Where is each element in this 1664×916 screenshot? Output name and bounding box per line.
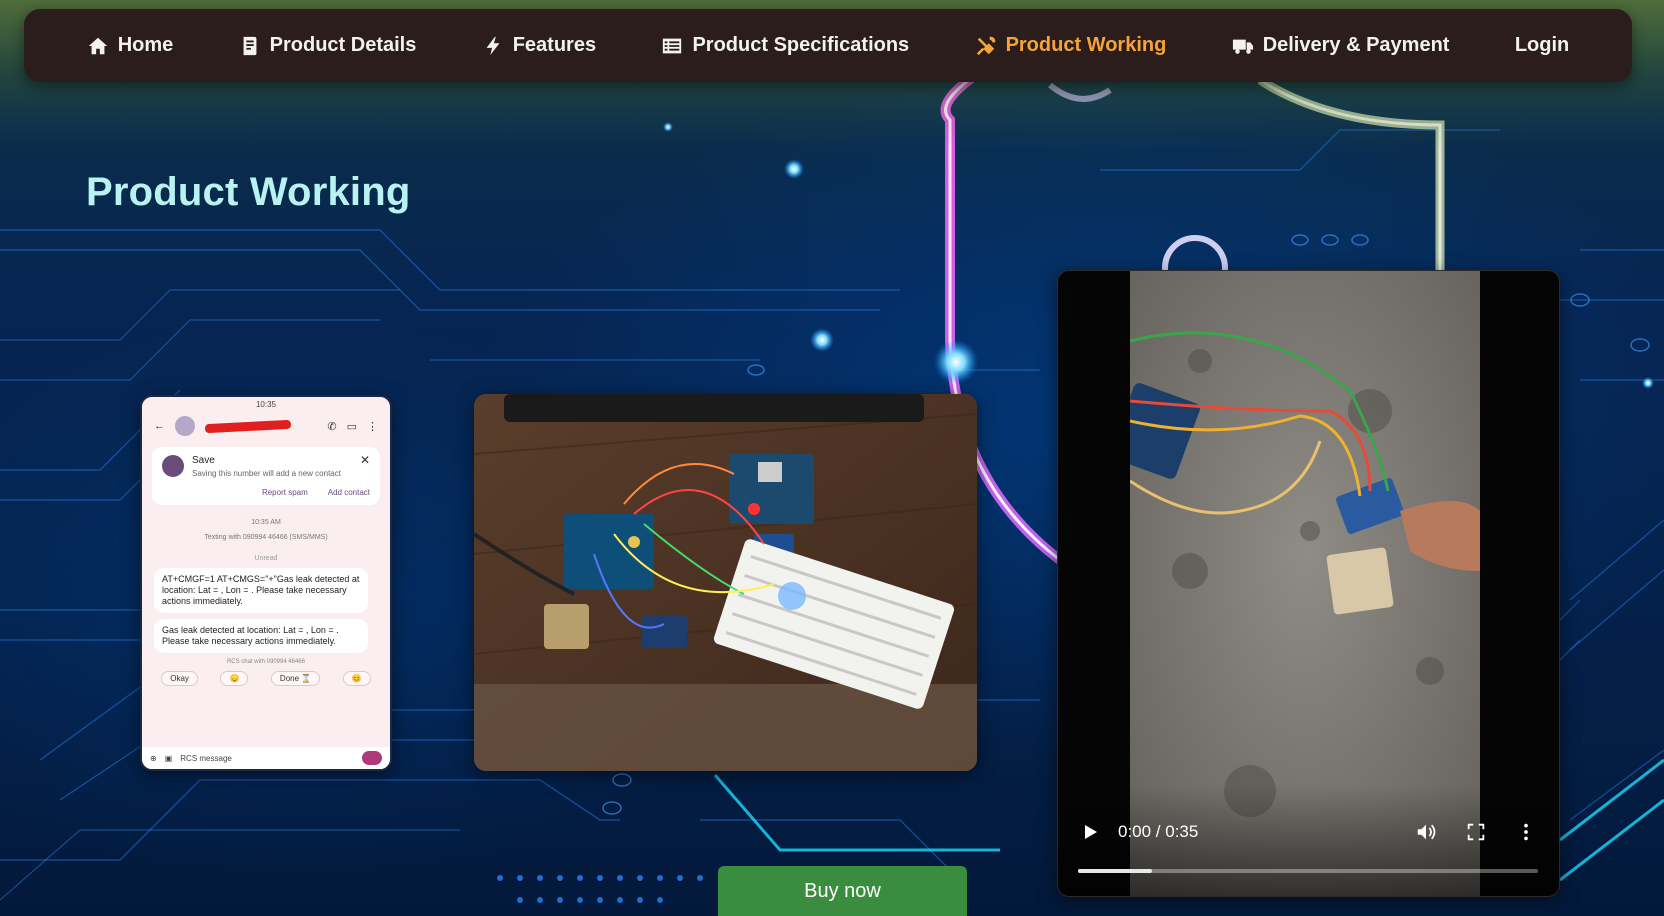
quick-reply-chip: 😊 — [342, 671, 371, 686]
nav-home[interactable]: Home — [87, 34, 174, 57]
phone-status-time: 10:35 — [255, 400, 277, 409]
more-options-icon[interactable] — [1515, 821, 1537, 843]
quick-reply-chips: Okay 😞 Done ⌛ 😊 — [150, 671, 382, 686]
sms-message-1: AT+CMGF=1 AT+CMGS="+"Gas leak detected a… — [154, 568, 368, 613]
quick-reply-chip: Done ⌛ — [270, 671, 321, 686]
voice-icon — [362, 751, 382, 765]
nav-home-label: Home — [117, 34, 174, 56]
hardware-photo — [474, 394, 977, 771]
nav-login-label: Login — [1514, 34, 1570, 56]
phone-call-icon: ✆ — [327, 420, 337, 433]
nav-product-working[interactable]: Product Working — [975, 34, 1167, 57]
video-control-bar: 0:00 / 0:35 — [1058, 817, 1559, 847]
more-vert-icon: ⋮ — [367, 420, 378, 433]
gallery-icon: ▣ — [164, 753, 173, 763]
top-navbar: Home Product Details Features Product Sp… — [24, 9, 1632, 82]
rcs-input-placeholder: RCS message — [180, 753, 232, 763]
texting-with: Texting with 090994 46466 (SMS/MMS) — [204, 534, 328, 541]
save-title: Save — [192, 455, 215, 466]
nav-delivery-payment-label: Delivery & Payment — [1262, 34, 1450, 56]
sms-screenshot-image: 10:35 ← ✆ ▭ ⋮ ✕ Save Saving this number … — [140, 395, 392, 771]
nav-product-details-label: Product Details — [269, 34, 417, 56]
unread-divider: Unread — [254, 555, 278, 562]
contact-avatar — [175, 416, 195, 436]
tools-icon — [975, 35, 997, 57]
play-icon[interactable] — [1080, 822, 1100, 842]
phone-message-input: ⊕ ▣ RCS message — [142, 747, 390, 769]
video-time-display: 0:00 / 0:35 — [1118, 822, 1199, 841]
sms-message-2: Gas leak detected at location: Lat = , L… — [154, 619, 368, 653]
save-subtitle: Saving this number will add a new contac… — [192, 469, 341, 478]
add-contact-link: Add contact — [327, 488, 370, 497]
quick-reply-chip: 😞 — [220, 671, 249, 686]
nav-product-specifications[interactable]: Product Specifications — [661, 34, 909, 57]
home-icon — [87, 35, 109, 57]
list-icon — [661, 35, 683, 57]
nav-product-working-label: Product Working — [1005, 34, 1167, 56]
add-icon: ⊕ — [150, 753, 157, 763]
document-icon — [239, 35, 261, 57]
page-title: Product Working — [86, 170, 411, 214]
redacted-number — [204, 419, 292, 433]
truck-icon — [1232, 35, 1254, 57]
back-arrow-icon: ← — [154, 420, 165, 432]
message-time: 10:35 AM — [251, 519, 281, 526]
add-person-icon — [162, 455, 184, 477]
phone-status-bar: 10:35 — [142, 397, 390, 411]
video-call-icon: ▭ — [346, 420, 357, 433]
video-progress-fill — [1078, 869, 1152, 873]
nav-features[interactable]: Features — [482, 34, 596, 57]
nav-product-details[interactable]: Product Details — [239, 34, 417, 57]
save-contact-banner: ✕ Save Saving this number will add a new… — [152, 447, 380, 505]
report-spam-link: Report spam — [261, 488, 308, 497]
hardware-setup-image — [474, 394, 977, 771]
fullscreen-icon[interactable] — [1465, 821, 1487, 843]
rcs-chat-note: RCS chat with 090994 46466 — [226, 659, 306, 665]
nav-login[interactable]: Login — [1515, 34, 1569, 57]
nav-features-label: Features — [512, 34, 597, 56]
nav-product-specifications-label: Product Specifications — [692, 34, 910, 56]
nav-delivery-payment[interactable]: Delivery & Payment — [1232, 34, 1450, 57]
demo-video-player[interactable]: 0:00 / 0:35 — [1057, 270, 1560, 897]
quick-reply-chip: Okay — [161, 671, 198, 686]
buy-now-button[interactable]: Buy now — [718, 866, 967, 916]
bolt-icon — [482, 35, 504, 57]
volume-icon[interactable] — [1415, 821, 1437, 843]
close-icon: ✕ — [359, 453, 370, 467]
phone-chat-header: ← ✆ ▭ ⋮ — [142, 411, 390, 441]
video-progress-bar[interactable] — [1078, 869, 1538, 873]
